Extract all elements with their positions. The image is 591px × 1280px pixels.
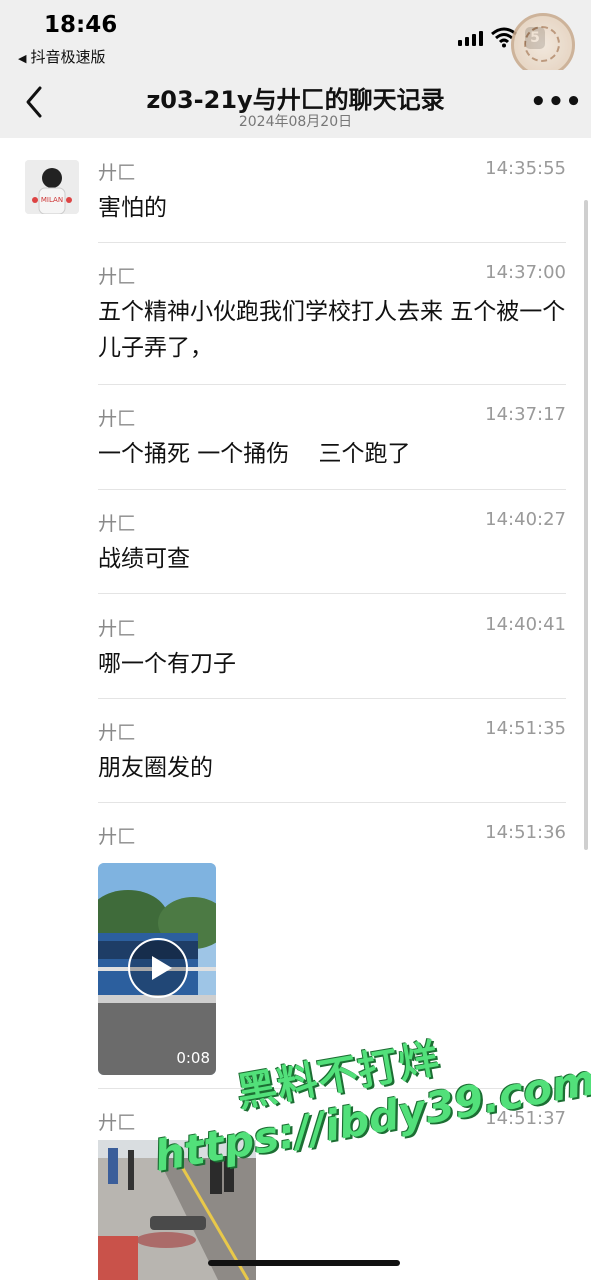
sender-name: 廾匚 (98, 618, 137, 640)
svg-text:MILAN: MILAN (41, 196, 63, 204)
video-duration: 0:08 (176, 1049, 210, 1067)
divider (98, 593, 566, 594)
avatar[interactable]: MILAN (25, 160, 79, 214)
message-item[interactable]: 廾匚 14:51:37 (98, 1108, 566, 1280)
video-message[interactable]: 0:08 (98, 863, 216, 1075)
message-item[interactable]: 廾匚 14:37:17 一个捅死 一个捅伤 三个跑了 (98, 404, 566, 484)
seal-stamp-icon (511, 13, 575, 77)
divider (98, 384, 566, 385)
divider (98, 242, 566, 243)
avatar-photo: MILAN (25, 160, 79, 214)
home-indicator[interactable] (208, 1260, 400, 1266)
sender-name: 廾匚 (98, 408, 137, 430)
play-icon[interactable] (128, 938, 188, 998)
message-item[interactable]: 廾匚 14:35:55 害怕的 (98, 158, 566, 238)
message-item[interactable]: 廾匚 14:51:36 0:08 (98, 822, 566, 1082)
back-app-label: 抖音极速版 (30, 48, 106, 66)
sender-name: 廾匚 (98, 722, 137, 744)
divider (98, 698, 566, 699)
divider (98, 489, 566, 490)
message-text: 朋友圈发的 (98, 755, 213, 781)
chat-date: 2024年08月20日 (238, 114, 353, 130)
scrollbar[interactable] (584, 200, 588, 850)
status-bar: 18:46 ◀抖音极速版 5 (0, 0, 591, 77)
message-time: 14:37:00 (485, 262, 566, 283)
back-triangle-icon: ◀ (18, 52, 27, 65)
back-to-app-link[interactable]: ◀ 抖音极速版 (18, 46, 105, 67)
message-item[interactable]: 廾匚 14:37:00 五个精神小伙跑我们学校打人去来 五个被一个儿子弄了， (98, 262, 566, 372)
street-photo (98, 1140, 256, 1280)
message-text: 害怕的 (98, 195, 167, 221)
message-text: 一个捅死 一个捅伤 三个跑了 (98, 441, 411, 467)
message-item[interactable]: 廾匚 14:51:35 朋友圈发的 (98, 718, 566, 798)
divider (98, 1088, 566, 1089)
message-text: 五个精神小伙跑我们学校打人去来 五个被一个儿子弄了， (98, 299, 566, 361)
message-time: 14:51:35 (485, 718, 566, 739)
divider (98, 802, 566, 803)
image-message[interactable] (98, 1140, 256, 1280)
message-time: 14:51:36 (485, 822, 566, 843)
message-item[interactable]: 廾匚 14:40:27 战绩可查 (98, 509, 566, 589)
more-options-icon[interactable]: ••• (530, 89, 582, 115)
cellular-signal-icon (458, 30, 486, 46)
message-time: 14:51:37 (485, 1108, 566, 1129)
message-time: 14:37:17 (485, 404, 566, 425)
clock: 18:46 (44, 12, 118, 38)
nav-bar: z03-21y与廾匚的聊天记录 2024年08月20日 ••• (0, 70, 591, 138)
message-time: 14:40:27 (485, 509, 566, 530)
sender-name: 廾匚 (98, 826, 137, 848)
message-text: 战绩可查 (98, 546, 190, 572)
sender-name: 廾匚 (98, 513, 137, 535)
sender-name: 廾匚 (98, 266, 137, 288)
message-text: 哪一个有刀子 (98, 651, 236, 677)
sender-name: 廾匚 (98, 162, 137, 184)
message-time: 14:35:55 (485, 158, 566, 179)
sender-name: 廾匚 (98, 1112, 137, 1134)
message-time: 14:40:41 (485, 614, 566, 635)
chat-title: z03-21y与廾匚的聊天记录 (146, 86, 445, 114)
message-item[interactable]: 廾匚 14:40:41 哪一个有刀子 (98, 614, 566, 694)
